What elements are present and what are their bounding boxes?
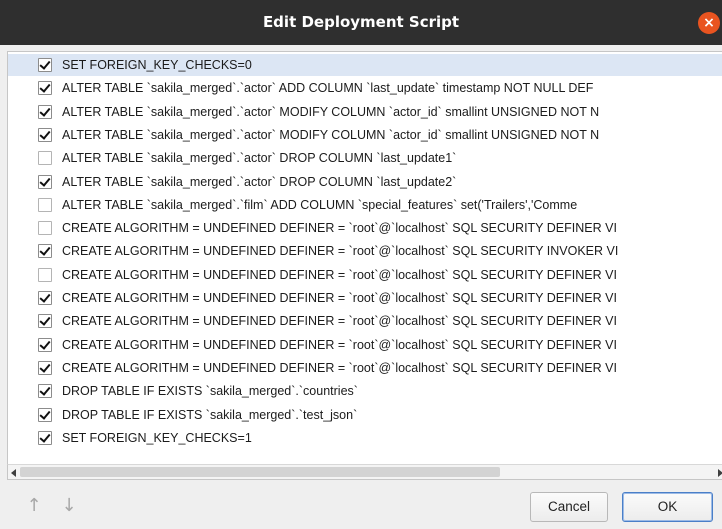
scroll-left-arrow-icon[interactable]	[11, 469, 16, 477]
statement-row[interactable]: ALTER TABLE `sakila_merged`.`actor` ADD …	[8, 77, 722, 99]
statement-checkbox[interactable]	[38, 314, 52, 329]
statement-text: ALTER TABLE `sakila_merged`.`actor` DROP…	[62, 151, 457, 166]
statement-checkbox[interactable]	[38, 430, 52, 445]
statement-row[interactable]: CREATE ALGORITHM = UNDEFINED DEFINER = `…	[8, 287, 722, 309]
cancel-button[interactable]: Cancel	[530, 492, 608, 522]
statement-checkbox[interactable]	[38, 244, 52, 259]
scroll-right-arrow-icon[interactable]	[718, 469, 722, 477]
statement-text: ALTER TABLE `sakila_merged`.`actor` ADD …	[62, 81, 594, 96]
statement-text: ALTER TABLE `sakila_merged`.`actor` MODI…	[62, 127, 600, 142]
statement-text: ALTER TABLE `sakila_merged`.`actor` MODI…	[62, 104, 600, 119]
statement-text: CREATE ALGORITHM = UNDEFINED DEFINER = `…	[62, 267, 617, 282]
statement-checkbox[interactable]	[38, 384, 52, 399]
statement-text: CREATE ALGORITHM = UNDEFINED DEFINER = `…	[62, 314, 617, 329]
statement-row[interactable]: CREATE ALGORITHM = UNDEFINED DEFINER = `…	[8, 240, 722, 262]
statement-checkbox[interactable]	[38, 81, 52, 96]
statement-checkbox[interactable]	[38, 197, 52, 212]
statement-text: CREATE ALGORITHM = UNDEFINED DEFINER = `…	[62, 360, 617, 375]
statement-text: SET FOREIGN_KEY_CHECKS=0	[62, 58, 252, 72]
statement-row[interactable]: CREATE ALGORITHM = UNDEFINED DEFINER = `…	[8, 334, 722, 356]
statement-checkbox[interactable]	[38, 221, 52, 236]
statement-row[interactable]: CREATE ALGORITHM = UNDEFINED DEFINER = `…	[8, 357, 722, 379]
statement-text: CREATE ALGORITHM = UNDEFINED DEFINER = `…	[62, 291, 617, 305]
statement-text: CREATE ALGORITHM = UNDEFINED DEFINER = `…	[62, 244, 619, 259]
statement-checkbox[interactable]	[38, 337, 52, 352]
statement-checkbox[interactable]	[38, 360, 52, 375]
statement-checkbox[interactable]	[38, 267, 52, 282]
close-icon[interactable]: ×	[698, 12, 720, 34]
statement-row[interactable]: CREATE ALGORITHM = UNDEFINED DEFINER = `…	[8, 264, 722, 286]
statement-checkbox[interactable]	[38, 174, 52, 189]
statement-row[interactable]: ALTER TABLE `sakila_merged`.`actor` MODI…	[8, 101, 722, 123]
statement-checkbox[interactable]	[38, 127, 52, 142]
statement-row[interactable]: SET FOREIGN_KEY_CHECKS=1	[8, 427, 722, 449]
statement-checkbox[interactable]	[38, 104, 52, 119]
horizontal-scrollbar[interactable]	[7, 464, 722, 480]
ok-button[interactable]: OK	[622, 492, 713, 522]
statement-text: CREATE ALGORITHM = UNDEFINED DEFINER = `…	[62, 337, 617, 352]
statement-row[interactable]: CREATE ALGORITHM = UNDEFINED DEFINER = `…	[8, 217, 722, 239]
statement-text: DROP TABLE IF EXISTS `sakila_merged`.`co…	[62, 384, 358, 399]
statement-row[interactable]: DROP TABLE IF EXISTS `sakila_merged`.`co…	[8, 380, 722, 402]
statement-checkbox[interactable]	[38, 58, 52, 72]
statement-text: DROP TABLE IF EXISTS `sakila_merged`.`te…	[62, 407, 358, 422]
statement-checkbox[interactable]	[38, 151, 52, 166]
statement-row[interactable]: CREATE ALGORITHM = UNDEFINED DEFINER = `…	[8, 310, 722, 332]
statement-checkbox[interactable]	[38, 291, 52, 305]
arrow-up-icon[interactable]: ↑	[23, 494, 45, 518]
statement-row[interactable]: ALTER TABLE `sakila_merged`.`actor` MODI…	[8, 124, 722, 146]
statement-row[interactable]: SET FOREIGN_KEY_CHECKS=0	[8, 54, 722, 76]
statement-text: ALTER TABLE `sakila_merged`.`film` ADD C…	[62, 197, 578, 212]
window-title: Edit Deployment Script	[262, 13, 460, 31]
arrow-down-icon[interactable]: ↓	[58, 494, 80, 518]
statement-row[interactable]: DROP TABLE IF EXISTS `sakila_merged`.`te…	[8, 404, 722, 426]
statement-text: SET FOREIGN_KEY_CHECKS=1	[62, 430, 252, 445]
title-bar: Edit Deployment Script ×	[0, 0, 722, 45]
statement-text: CREATE ALGORITHM = UNDEFINED DEFINER = `…	[62, 221, 617, 236]
statement-list: SET FOREIGN_KEY_CHECKS=0 ALTER TABLE `sak…	[7, 51, 722, 466]
statement-checkbox[interactable]	[38, 407, 52, 422]
statement-row[interactable]: ALTER TABLE `sakila_merged`.`actor` DROP…	[8, 147, 722, 169]
scrollbar-thumb[interactable]	[20, 467, 500, 477]
statement-text: ALTER TABLE `sakila_merged`.`actor` DROP…	[62, 174, 457, 189]
statement-row[interactable]: ALTER TABLE `sakila_merged`.`film` ADD C…	[8, 194, 722, 216]
statement-row[interactable]: ALTER TABLE `sakila_merged`.`actor` DROP…	[8, 171, 722, 193]
